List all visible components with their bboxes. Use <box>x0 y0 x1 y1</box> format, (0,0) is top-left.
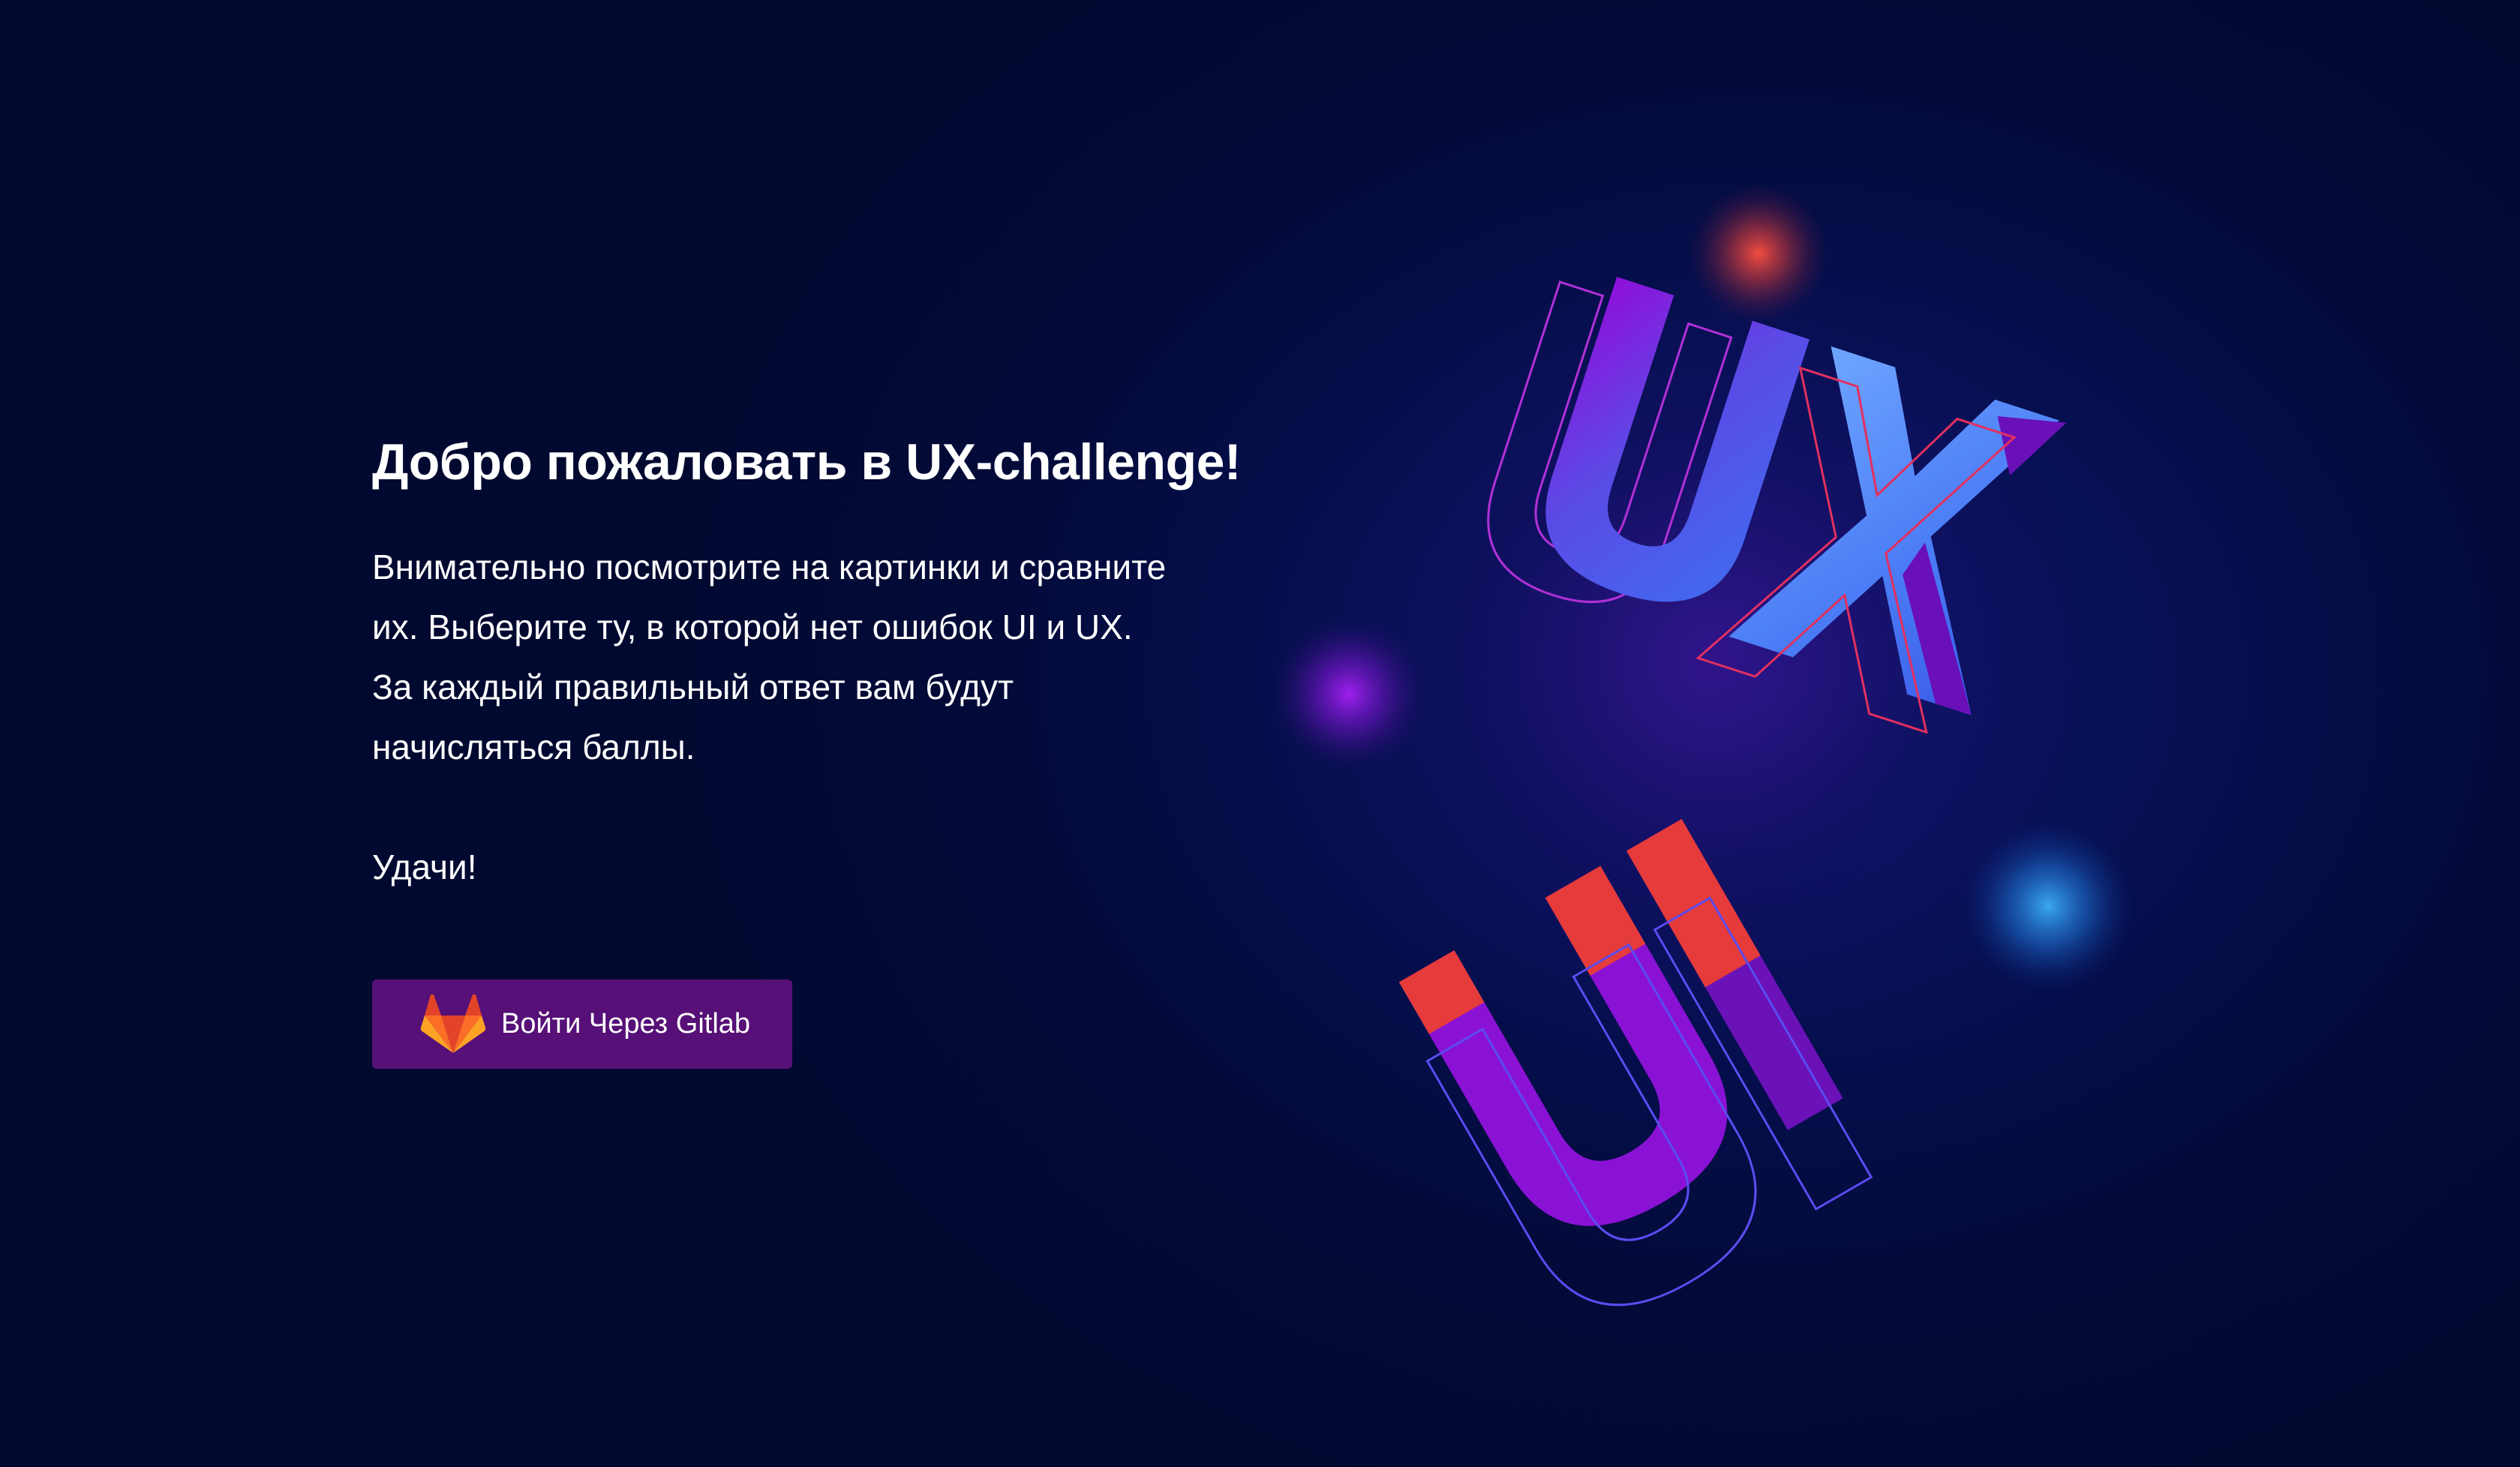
intro-line: Внимательно посмотрите на картинки и сра… <box>372 548 1167 586</box>
gitlab-login-button[interactable]: Войти Через Gitlab <box>372 980 792 1069</box>
intro-line: начисляться баллы. <box>372 728 695 766</box>
intro-line: их. Выберите ту, в которой нет ошибок UI… <box>372 608 1133 646</box>
welcome-content: Добро пожаловать в UX-challenge! Внимате… <box>372 424 1287 897</box>
gitlab-icon <box>420 994 486 1054</box>
intro-line: За каждый правильный ответ вам будут <box>372 668 1014 706</box>
intro-text: Внимательно посмотрите на картинки и сра… <box>372 537 1287 777</box>
good-luck-text: Удачи! <box>372 848 477 886</box>
gitlab-login-label: Войти Через Gitlab <box>501 1008 751 1040</box>
page-title: Добро пожаловать в UX-challenge! <box>372 434 1242 490</box>
